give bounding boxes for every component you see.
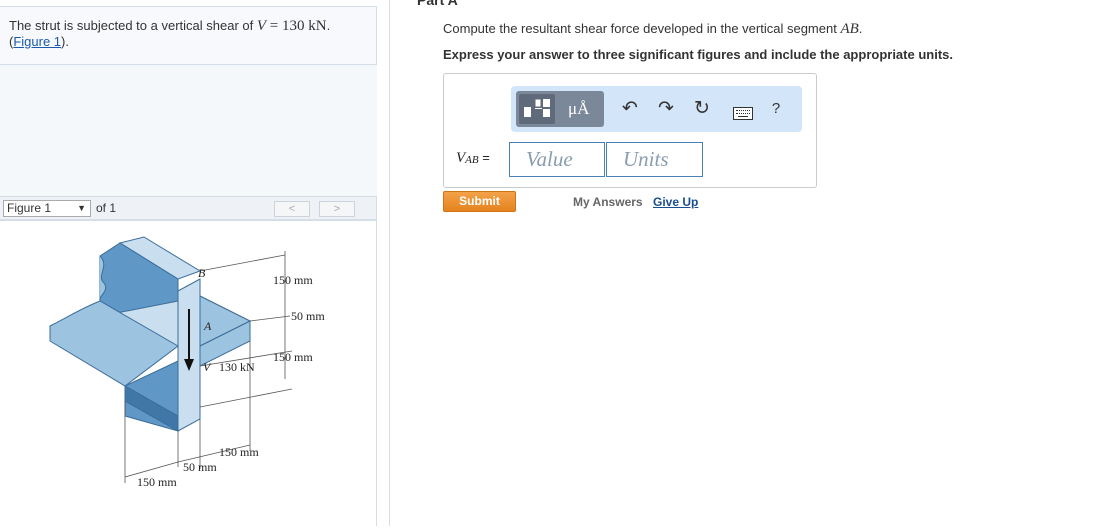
templates-icon xyxy=(524,98,550,117)
dim-top-label: 150 mm xyxy=(273,273,313,287)
answer-box: μÅ ↶ ↷ ↻ ? VAB = Value Units xyxy=(443,73,817,188)
answer-variable: VAB = xyxy=(456,150,490,167)
chevron-down-icon: ▼ xyxy=(77,203,86,213)
prev-figure-button[interactable]: < xyxy=(274,201,310,217)
figure-area: B A V 130 kN 150 mm 50 mm 150 mm 150 mm … xyxy=(0,220,377,526)
toolbar-group: μÅ xyxy=(516,91,604,127)
templates-button[interactable] xyxy=(519,94,555,124)
shear-value-label: 130 kN xyxy=(219,360,255,374)
undo-icon[interactable]: ↶ xyxy=(618,99,642,119)
instruction-text: Express your answer to three significant… xyxy=(443,47,953,62)
submit-button[interactable]: Submit xyxy=(443,191,516,212)
figure-link[interactable]: Figure 1 xyxy=(13,34,61,49)
problem-text: The strut is subjected to a vertical she… xyxy=(9,18,257,33)
dim-bottom-left-label: 150 mm xyxy=(137,475,177,489)
label-b: B xyxy=(198,266,206,280)
question-before: Compute the resultant shear force develo… xyxy=(443,21,841,36)
keyboard-icon[interactable] xyxy=(733,107,753,120)
answer-sub: AB xyxy=(465,154,479,166)
part-title: Part A xyxy=(417,0,458,8)
units-symbol: μÅ xyxy=(568,99,590,118)
redo-icon[interactable]: ↷ xyxy=(654,99,678,119)
shear-unit: kN xyxy=(308,18,327,34)
give-up-link[interactable]: Give Up xyxy=(653,195,698,209)
blank-area xyxy=(0,65,377,196)
dim-right-label: 150 mm xyxy=(273,350,313,364)
label-v: V xyxy=(203,360,212,374)
link-after: . xyxy=(65,34,70,49)
next-icon: > xyxy=(333,203,341,215)
answer-equals: = xyxy=(478,150,490,165)
math-toolbar: μÅ ↶ ↷ ↻ ? xyxy=(511,86,802,132)
question-after: . xyxy=(858,21,863,36)
next-figure-button[interactable]: > xyxy=(319,201,355,217)
left-panel: The strut is subjected to a vertical she… xyxy=(0,0,378,526)
help-icon[interactable]: ? xyxy=(764,99,788,119)
dim-line xyxy=(249,315,291,322)
answer-var: V xyxy=(456,150,466,166)
question-text: Compute the resultant shear force develo… xyxy=(443,21,862,38)
strut-figure: B A V 130 kN 150 mm 50 mm 150 mm 150 mm … xyxy=(49,236,325,489)
prev-icon: < xyxy=(288,203,296,215)
units-field[interactable]: Units xyxy=(606,142,703,177)
my-answers-link[interactable]: My Answers xyxy=(573,195,643,209)
shear-var: V xyxy=(256,18,267,34)
units-button[interactable]: μÅ xyxy=(564,94,600,124)
dim-bottom-mid-label: 50 mm xyxy=(183,460,217,474)
figure-bar: Figure 1 ▼ of 1 < > xyxy=(0,196,377,220)
problem-end: . xyxy=(326,18,331,33)
shear-eq: = 130 xyxy=(266,18,309,34)
dim-line xyxy=(199,388,293,408)
figure-select-value: Figure 1 xyxy=(7,201,52,215)
problem-statement: The strut is subjected to a vertical she… xyxy=(0,6,377,65)
reset-icon[interactable]: ↻ xyxy=(690,99,714,119)
dim-line xyxy=(199,254,286,272)
shear-equation: V = 130 kN xyxy=(257,18,327,34)
value-field[interactable]: Value xyxy=(509,142,605,177)
label-a: A xyxy=(203,319,212,333)
figure-count: of 1 xyxy=(96,201,117,215)
dim-mid-label: 50 mm xyxy=(291,309,325,323)
panel-divider xyxy=(389,0,390,526)
dim-bottom-right-label: 150 mm xyxy=(219,445,259,459)
figure-select[interactable]: Figure 1 ▼ xyxy=(3,200,91,217)
question-sym: AB xyxy=(840,21,859,37)
